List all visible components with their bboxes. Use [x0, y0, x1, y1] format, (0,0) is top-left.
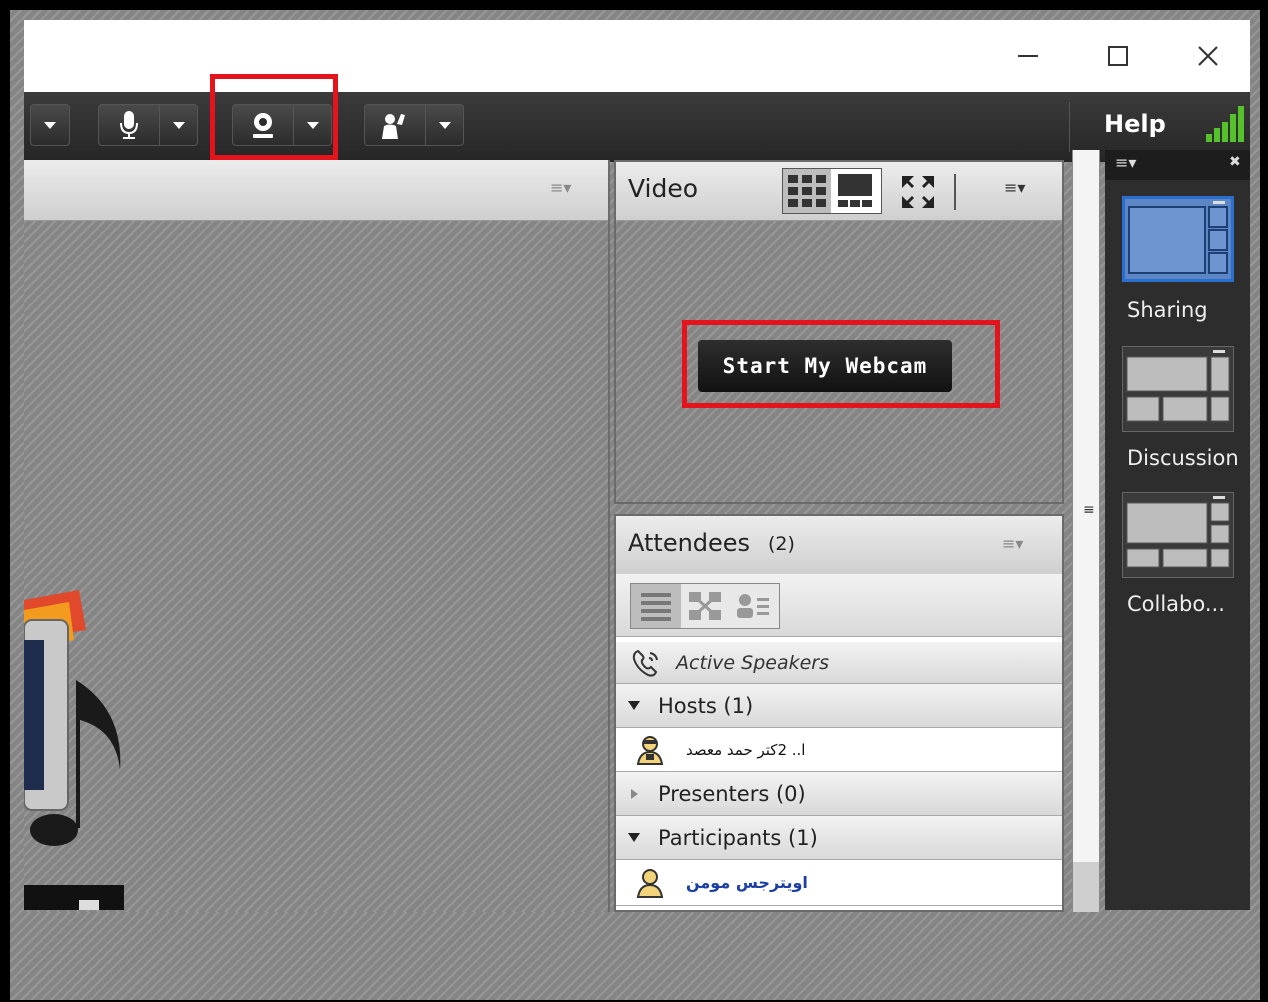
- participants-group-label: Participants (1): [658, 825, 818, 850]
- attendee-status-icon[interactable]: [729, 584, 777, 628]
- chevron-down-icon: [44, 121, 56, 129]
- scrollbar-thumb[interactable]: [1073, 862, 1099, 912]
- splitter-grip-icon: ≡: [1083, 502, 1095, 518]
- close-button[interactable]: [1180, 20, 1236, 92]
- presenters-group-row[interactable]: Presenters (0): [616, 772, 1062, 816]
- discussion-layout-icon: [1126, 350, 1230, 422]
- grid-view-icon: [783, 169, 831, 213]
- raise-hand-icon: [365, 104, 426, 146]
- host-user-icon: [636, 735, 664, 765]
- view-mode-group: [630, 583, 780, 629]
- filmstrip-view-icon: [838, 174, 872, 207]
- help-menu[interactable]: Help: [1104, 110, 1166, 138]
- hosts-group-row[interactable]: Hosts (1): [616, 684, 1062, 728]
- toolbar-divider: [1069, 102, 1070, 152]
- presenters-group-label: Presenters (0): [658, 781, 806, 806]
- layout-collaboration-thumbnail[interactable]: [1122, 492, 1234, 578]
- app-logo-graphic: [23, 580, 144, 910]
- rail-menu-icon[interactable]: ≡▾: [1115, 153, 1136, 172]
- active-speakers-row[interactable]: Active Speakers: [616, 642, 1062, 684]
- layout-discussion-thumbnail[interactable]: [1122, 346, 1234, 432]
- video-pod-header: Video ≡▾: [616, 162, 1062, 221]
- share-pod: ≡▾: [23, 160, 610, 912]
- layout-collaboration-label[interactable]: Collabo...: [1127, 592, 1225, 616]
- header-divider: [954, 174, 956, 210]
- maximize-button[interactable]: [1090, 20, 1146, 92]
- title-bar: [24, 20, 1250, 92]
- pod-menu-icon[interactable]: ≡▾: [1004, 178, 1025, 197]
- sharing-layout-icon: [1128, 201, 1228, 274]
- participant-user-icon: [636, 868, 664, 898]
- expand-down-icon: [628, 833, 640, 842]
- host-name: ا.. 2کتر حمد معصد: [686, 740, 806, 759]
- signal-bars-icon: [1206, 106, 1244, 142]
- microphone-icon: [99, 104, 160, 146]
- first-dropdown-button[interactable]: [30, 104, 70, 146]
- active-speakers-label: Active Speakers: [676, 651, 830, 674]
- layouts-rail-header: ≡▾ ✖: [1105, 150, 1250, 180]
- video-pod-title: Video: [628, 174, 699, 203]
- list-view-icon[interactable]: [631, 584, 681, 628]
- grid-view-toggle[interactable]: [782, 168, 882, 214]
- phone-icon: [632, 649, 658, 677]
- microphone-button[interactable]: [98, 104, 198, 146]
- attendees-title: Attendees: [628, 529, 751, 557]
- minimize-icon: [1018, 55, 1038, 57]
- hosts-group-label: Hosts (1): [658, 693, 754, 718]
- participant-name: اویترجس مومن: [686, 873, 808, 892]
- pod-menu-icon[interactable]: ≡▾: [550, 178, 571, 197]
- expand-right-icon: [631, 788, 638, 799]
- close-icon: [1198, 46, 1218, 66]
- minimize-button[interactable]: [1000, 20, 1056, 92]
- layout-sharing-thumbnail[interactable]: [1122, 196, 1234, 282]
- maximize-icon: [1108, 46, 1128, 66]
- participants-group-row[interactable]: Participants (1): [616, 816, 1062, 860]
- host-attendee-row[interactable]: ا.. 2کتر حمد معصد: [616, 728, 1062, 772]
- share-pod-header: ≡▾: [24, 160, 608, 221]
- participant-attendee-row[interactable]: اویترجس مومن: [616, 860, 1062, 906]
- attendees-pod-header: Attendees (2) ≡▾: [616, 516, 1062, 575]
- start-webcam-highlight: [682, 320, 1000, 408]
- webcam-button-highlight: [210, 74, 338, 160]
- layouts-rail: ≡▾ ✖ Sharing Discussion Collabo...: [1105, 150, 1250, 910]
- layout-sharing-label[interactable]: Sharing: [1127, 298, 1208, 322]
- collaboration-layout-icon: [1126, 496, 1230, 568]
- breakout-view-icon[interactable]: [681, 584, 729, 628]
- pod-menu-icon[interactable]: ≡▾: [1002, 534, 1023, 553]
- chevron-down-icon: [172, 121, 185, 129]
- fullscreen-icon[interactable]: [900, 174, 936, 210]
- layout-discussion-label[interactable]: Discussion: [1127, 446, 1239, 470]
- app-frame: Help ≡▾ Video ≡▾ Start My Webcam Attende…: [10, 10, 1260, 1000]
- pod-splitter-scrollbar[interactable]: ≡: [1072, 150, 1100, 912]
- expand-down-icon: [628, 701, 640, 710]
- chevron-down-icon: [438, 121, 451, 129]
- rail-close-icon[interactable]: ✖: [1229, 154, 1241, 170]
- raise-hand-button[interactable]: [364, 104, 464, 146]
- main-toolbar: Help: [24, 92, 1250, 162]
- attendee-view-bar: [616, 574, 1062, 637]
- attendees-count: (2): [768, 533, 795, 555]
